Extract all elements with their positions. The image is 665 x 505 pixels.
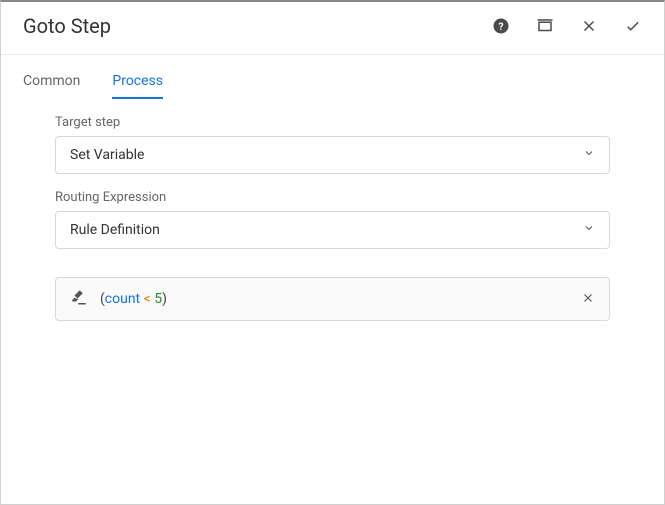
fullscreen-icon[interactable] — [536, 17, 554, 35]
tabs: Common Process — [1, 55, 664, 99]
confirm-icon[interactable] — [624, 17, 642, 35]
remove-rule-icon[interactable] — [581, 290, 595, 309]
rule-value: 5 — [154, 291, 162, 307]
target-step-label: Target step — [55, 115, 610, 130]
chevron-down-icon — [583, 147, 595, 163]
dialog-title: Goto Step — [23, 14, 111, 38]
dialog-header: Goto Step ? — [1, 2, 664, 55]
rule-row[interactable]: (count < 5) — [55, 277, 610, 321]
target-step-dropdown[interactable]: Set Variable — [55, 136, 610, 174]
gavel-icon — [70, 288, 88, 310]
rule-expression: (count < 5) — [100, 291, 581, 307]
content-area: Target step Set Variable Routing Express… — [1, 99, 664, 321]
rule-operator: < — [144, 291, 151, 307]
routing-expression-label: Routing Expression — [55, 190, 610, 205]
target-step-value: Set Variable — [70, 147, 144, 163]
header-actions: ? — [492, 17, 642, 35]
close-icon[interactable] — [580, 17, 598, 35]
svg-text:?: ? — [498, 20, 503, 33]
rule-close-paren: ) — [162, 291, 167, 307]
tab-process[interactable]: Process — [112, 73, 163, 99]
routing-expression-field: Routing Expression Rule Definition — [55, 190, 610, 249]
rule-variable: count — [105, 291, 140, 307]
routing-expression-value: Rule Definition — [70, 222, 160, 238]
routing-expression-dropdown[interactable]: Rule Definition — [55, 211, 610, 249]
help-icon[interactable]: ? — [492, 17, 510, 35]
tab-common[interactable]: Common — [23, 73, 80, 99]
chevron-down-icon — [583, 222, 595, 238]
target-step-field: Target step Set Variable — [55, 115, 610, 174]
